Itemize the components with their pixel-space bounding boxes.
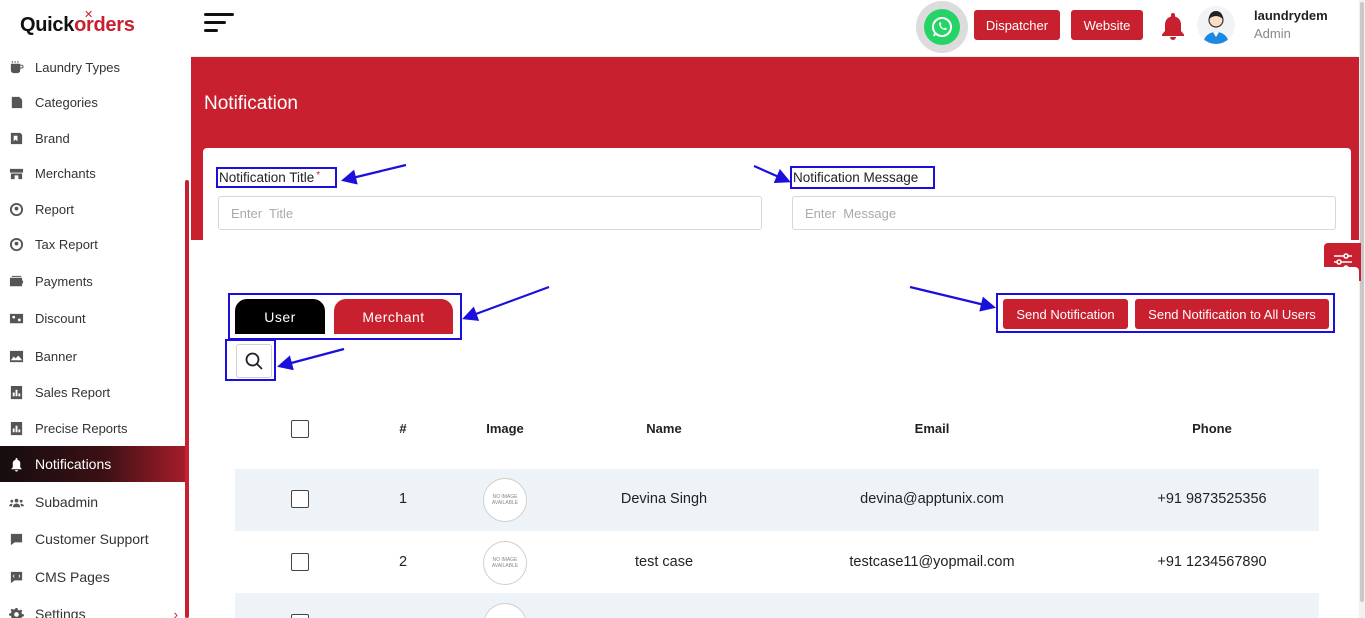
no-image-text: AVAILABLE [491, 563, 519, 569]
row-checkbox[interactable] [291, 490, 309, 508]
sidebar-item-brand[interactable]: Brand [0, 120, 186, 156]
chat-icon [8, 570, 24, 584]
whatsapp-button[interactable] [916, 1, 968, 53]
sidebar-item-sales-report[interactable]: Sales Report [0, 374, 186, 410]
annotation-box-tabs [228, 293, 462, 340]
wallet-icon [8, 274, 24, 288]
website-button[interactable]: Website [1071, 10, 1143, 40]
whatsapp-icon [924, 9, 960, 45]
column-header-image: Image [486, 421, 524, 436]
sidebar-item-cms-pages[interactable]: CMS Pages [0, 559, 186, 595]
sidebar-item-laundry-types[interactable]: Laundry Types [0, 49, 186, 85]
no-image-placeholder: NO IMAGE AVAILABLE [483, 478, 527, 522]
sidebar-item-payments[interactable]: Payments [0, 263, 186, 299]
row-name: Devina Singh [620, 491, 708, 507]
sidebar-item-label: Categories [35, 94, 98, 110]
no-image-placeholder: NO IMAGE AVAILABLE [483, 541, 527, 585]
column-header-phone: Phone [1192, 421, 1232, 436]
bell-icon [8, 457, 24, 472]
notification-title-input[interactable] [218, 196, 762, 230]
sidebar-item-label: CMS Pages [35, 569, 110, 585]
gear-icon [8, 607, 24, 618]
sidebar: Quickorders ✕ Laundry Types Categories B… [0, 0, 190, 618]
sidebar-item-label: Sales Report [35, 384, 111, 400]
sidebar-item-label: Discount [35, 310, 86, 326]
row-index: 1 [398, 491, 408, 507]
avatar[interactable] [1197, 6, 1235, 44]
sidebar-item-categories[interactable]: Categories [0, 84, 186, 120]
row-email: testcase11@yopmail.com [849, 554, 1015, 570]
sidebar-item-label: Report [35, 201, 75, 217]
row-checkbox[interactable] [291, 614, 309, 618]
report-user-icon [8, 202, 24, 216]
sidebar-item-discount[interactable]: Discount [0, 300, 186, 336]
sidebar-item-label: Payments [35, 273, 93, 289]
select-all-checkbox[interactable] [291, 420, 309, 438]
dispatcher-button[interactable]: Dispatcher [974, 10, 1060, 40]
notification-bell-icon[interactable] [1160, 11, 1186, 41]
sidebar-item-tax-report[interactable]: Tax Report [0, 226, 186, 262]
brand-part1: Quick [20, 14, 75, 36]
sidebar-item-label: Laundry Types [35, 59, 121, 75]
sidebar-item-label: Notifications [35, 456, 112, 472]
row-email: devina@apptunix.com [860, 491, 1004, 507]
column-header-index: # [399, 421, 407, 436]
chart-icon [8, 385, 24, 399]
image-icon [8, 349, 24, 363]
report-user-icon [8, 237, 24, 251]
annotation-box-actions [996, 293, 1335, 333]
sidebar-item-label: Merchants [35, 165, 96, 181]
chevron-right-icon: › [173, 606, 178, 618]
sidebar-item-label: Settings [35, 606, 86, 618]
row-name: test case [634, 554, 694, 570]
sidebar-item-label: Customer Support [35, 531, 149, 547]
menu-toggle-icon[interactable] [204, 13, 236, 37]
sidebar-item-precise-reports[interactable]: Precise Reports [0, 410, 186, 446]
annotation-box-title [216, 167, 337, 188]
sidebar-item-label: Subadmin [35, 494, 99, 510]
sidebar-item-subadmin[interactable]: Subadmin [0, 484, 186, 520]
row-phone: +91 9873525356 [1157, 491, 1267, 507]
sidebar-item-label: Tax Report [35, 236, 98, 252]
sidebar-item-label: Brand [35, 130, 70, 146]
annotation-box-search [225, 339, 276, 381]
brand-logo[interactable]: Quickorders ✕ [20, 9, 135, 37]
annotation-box-message [790, 166, 935, 189]
page-title: Notification [204, 93, 298, 114]
store-icon [8, 166, 24, 180]
no-image-text: AVAILABLE [491, 500, 519, 506]
notification-message-input[interactable] [792, 196, 1336, 230]
table-row[interactable] [235, 593, 1319, 618]
user-name: laundrydem [1254, 8, 1328, 23]
column-header-name: Name [646, 421, 682, 436]
sidebar-scrollbar[interactable] [185, 180, 189, 618]
sidebar-item-notifications[interactable]: Notifications [0, 446, 186, 482]
sidebar-item-settings[interactable]: Settings › [0, 596, 186, 618]
pages-icon [8, 95, 24, 109]
page-scrollbar-thumb[interactable] [1360, 2, 1364, 602]
sidebar-item-banner[interactable]: Banner [0, 338, 186, 374]
row-checkbox[interactable] [291, 553, 309, 571]
chart-icon [8, 421, 24, 435]
sidebar-item-label: Banner [35, 348, 77, 364]
users-icon [8, 495, 24, 509]
row-phone: +91 1234567890 [1157, 554, 1267, 570]
column-header-email: Email [914, 421, 950, 436]
user-role: Admin [1254, 26, 1291, 41]
sidebar-item-merchants[interactable]: Merchants [0, 155, 186, 191]
page-scrollbar[interactable] [1359, 0, 1365, 618]
top-bar: Dispatcher Website laundrydem Admin [190, 0, 1365, 57]
sidebar-item-report[interactable]: Report [0, 191, 186, 227]
cup-icon [8, 60, 24, 74]
row-index: 2 [398, 554, 408, 570]
percent-icon [8, 311, 24, 325]
chat-icon [8, 532, 24, 546]
logo-swoosh-icon: ✕ [84, 9, 93, 21]
tag-icon [8, 131, 24, 145]
sidebar-item-label: Precise Reports [35, 420, 128, 436]
sidebar-item-customer-support[interactable]: Customer Support [0, 521, 186, 557]
